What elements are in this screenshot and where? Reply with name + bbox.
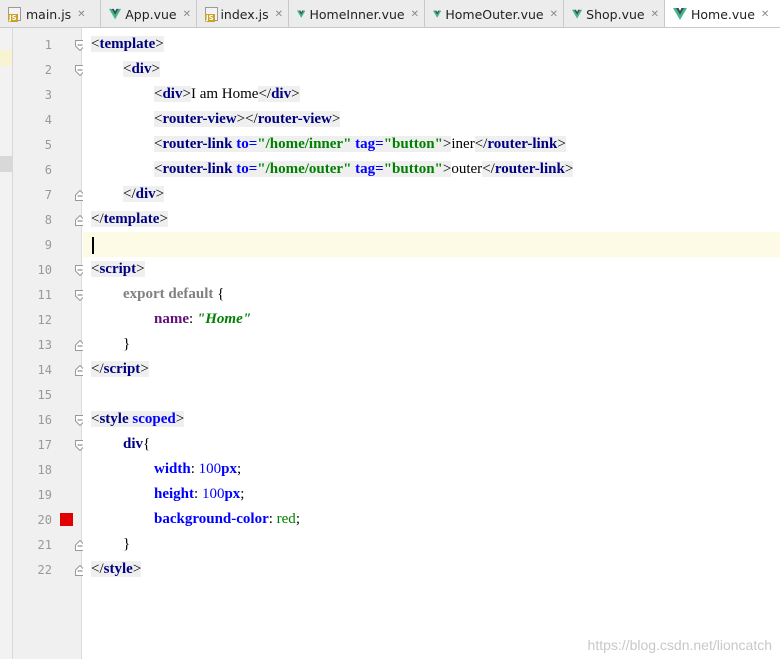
code-line: </script> [91, 361, 149, 377]
code-line: <router-link to="/home/inner" tag="butto… [154, 136, 566, 152]
strip-marker [0, 156, 12, 172]
tab-label: Shop.vue [586, 6, 645, 22]
line-number: 12 [37, 313, 52, 327]
js-file-icon: JS [8, 6, 22, 22]
current-line-highlight [83, 232, 780, 257]
code-line: width: 100px; [154, 461, 242, 477]
tab-shop-vue[interactable]: Shop.vue ✕ [564, 0, 665, 27]
close-icon[interactable]: ✕ [77, 9, 85, 20]
tab-label: Home.vue [691, 6, 755, 22]
code-line: <div> [123, 61, 160, 77]
code-line: <style scoped> [91, 411, 185, 427]
tab-label: HomeInner.vue [309, 6, 405, 22]
breakpoint-color-swatch[interactable] [60, 513, 73, 526]
vue-file-icon [109, 8, 122, 19]
line-number: 19 [37, 488, 52, 502]
watermark: https://blog.csdn.net/lioncatch [587, 637, 772, 653]
tab-app-vue[interactable]: App.vue ✕ [101, 0, 197, 27]
tab-label: index.js [220, 6, 269, 22]
line-number: 3 [44, 88, 52, 102]
tab-main-js[interactable]: JS main.js ✕ [0, 0, 101, 27]
close-icon[interactable]: ✕ [550, 9, 558, 20]
line-number: 11 [37, 288, 52, 302]
code-line: </style> [91, 561, 142, 577]
line-number-gutter[interactable]: 1 2 3 4 5 6 7 8 9 10 11 12 13 14 15 16 1… [13, 28, 85, 659]
vue-file-icon [673, 7, 687, 20]
line-number: 21 [37, 538, 52, 552]
line-number: 9 [44, 238, 52, 252]
tab-homeouter-vue[interactable]: HomeOuter.vue ✕ [425, 0, 564, 27]
text-caret [92, 237, 94, 254]
line-number: 6 [44, 163, 52, 177]
tab-label: HomeOuter.vue [445, 6, 544, 22]
line-number: 8 [44, 213, 52, 227]
code-line: <script> [91, 261, 145, 277]
line-number: 17 [37, 438, 52, 452]
line-number: 10 [37, 263, 52, 277]
line-number: 7 [44, 188, 52, 202]
vue-file-icon [297, 10, 306, 18]
line-number: 18 [37, 463, 52, 477]
code-line: <router-link to="/home/outer" tag="butto… [154, 161, 574, 177]
line-number: 5 [44, 138, 52, 152]
editor-tab-bar: JS main.js ✕ App.vue ✕ JS index.js ✕ Hom… [0, 0, 780, 28]
line-number: 15 [37, 388, 52, 402]
js-file-icon: JS [205, 6, 218, 22]
code-line: <template> [91, 36, 164, 52]
strip-marker [0, 50, 12, 66]
tab-label: App.vue [125, 6, 177, 22]
close-icon[interactable]: ✕ [275, 9, 283, 20]
close-icon[interactable]: ✕ [411, 9, 419, 20]
line-number: 2 [44, 63, 52, 77]
close-icon[interactable]: ✕ [651, 9, 659, 20]
left-tool-strip [0, 28, 13, 659]
line-number: 20 [37, 513, 52, 527]
line-number: 13 [37, 338, 52, 352]
line-number: 22 [37, 563, 52, 577]
tab-index-js[interactable]: JS index.js ✕ [197, 0, 289, 27]
code-line: } [123, 336, 131, 352]
code-line: export default { [123, 286, 225, 302]
code-line: background-color: red; [154, 511, 300, 527]
line-number: 1 [44, 38, 52, 52]
tab-home-vue[interactable]: Home.vue ✕ [665, 0, 780, 27]
code-line: <router-view></router-view> [154, 111, 341, 127]
close-icon[interactable]: ✕ [761, 9, 769, 20]
line-number: 4 [44, 113, 52, 127]
vue-file-icon [572, 9, 583, 18]
close-icon[interactable]: ✕ [183, 9, 191, 20]
line-number: 14 [37, 363, 52, 377]
code-line: </template> [91, 211, 168, 227]
code-line: } [123, 536, 131, 552]
line-number: 16 [37, 413, 52, 427]
code-editor[interactable]: <template> <div> <div>I am Home</div> <r… [83, 28, 780, 659]
code-line: <div>I am Home</div> [154, 86, 300, 102]
code-line: div{ [123, 436, 151, 452]
tab-label: main.js [26, 6, 72, 22]
code-line: </div> [123, 186, 165, 202]
code-line: name: "Home" [154, 311, 252, 327]
tab-homeinner-vue[interactable]: HomeInner.vue ✕ [289, 0, 425, 27]
vue-file-icon [433, 10, 442, 18]
code-line: height: 100px; [154, 486, 245, 502]
